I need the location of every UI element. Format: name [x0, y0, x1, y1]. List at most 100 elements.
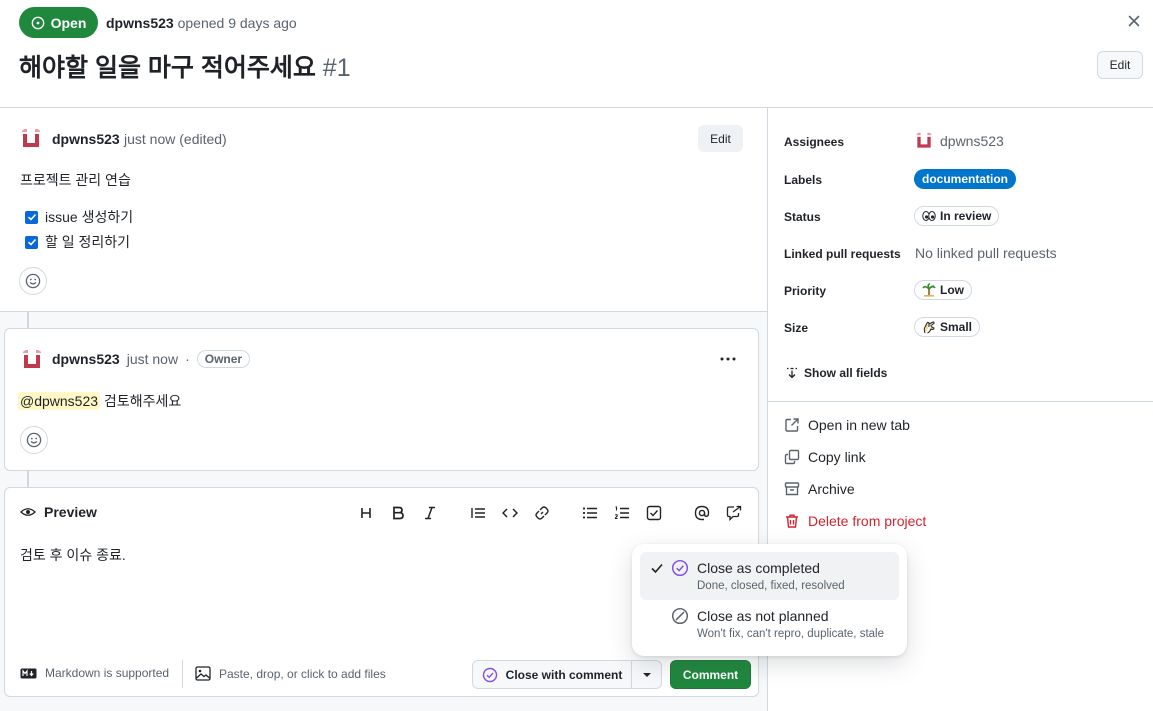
image-icon	[195, 666, 211, 681]
add-reaction-button[interactable]	[19, 267, 47, 295]
label-documentation[interactable]: documentation	[914, 169, 1016, 189]
close-reason-menu: Close as completed Done, closed, fixed, …	[632, 544, 907, 656]
preview-content: 검토 후 이슈 종료.	[20, 547, 126, 563]
copy-link-label: Copy link	[808, 449, 866, 465]
avatar[interactable]	[20, 348, 44, 372]
issue-author[interactable]: dpwns523	[106, 15, 174, 31]
comment-author[interactable]: dpwns523	[52, 131, 120, 147]
archive-icon	[784, 481, 800, 497]
menu-item-title: Close as not planned	[697, 608, 829, 624]
smiley-icon	[25, 273, 41, 289]
user-mention[interactable]: @dpwns523	[18, 392, 101, 410]
close-with-comment-main[interactable]: Close with comment	[473, 661, 632, 688]
mention-icon[interactable]	[692, 503, 712, 523]
status-value: In review	[940, 209, 992, 223]
task-label: 할 일 정리하기	[45, 234, 131, 250]
comment-author[interactable]: dpwns523	[52, 351, 120, 367]
opened-line: dpwns523 opened 9 days ago	[106, 15, 297, 31]
assignees-label: Assignees	[784, 135, 845, 149]
trash-icon	[784, 513, 800, 529]
issue-closed-icon	[482, 667, 498, 683]
italic-icon[interactable]	[420, 503, 440, 523]
archive-label: Archive	[808, 481, 855, 497]
task-item[interactable]: issue 생성하기	[25, 207, 133, 227]
task-list-icon[interactable]	[644, 503, 664, 523]
menu-item-subtitle: Won't fix, can't repro, duplicate, stale	[697, 628, 884, 640]
issue-open-icon	[31, 16, 45, 30]
status-label: Status	[784, 210, 821, 224]
heading-icon[interactable]	[356, 503, 376, 523]
menu-item-subtitle: Done, closed, fixed, resolved	[697, 580, 845, 592]
fold-down-icon	[786, 367, 798, 379]
close-icon[interactable]	[1124, 11, 1144, 31]
tab-preview[interactable]: Preview	[20, 504, 97, 520]
priority-value: Low	[940, 283, 964, 297]
comment-meta: just now	[126, 351, 179, 367]
task-label: issue 생성하기	[45, 209, 134, 225]
code-icon[interactable]	[500, 503, 520, 523]
comment-options-button[interactable]	[719, 351, 737, 367]
owner-badge: Owner	[196, 350, 251, 368]
archive-button[interactable]: Archive	[784, 481, 855, 497]
link-icon[interactable]	[532, 503, 552, 523]
avatar[interactable]	[19, 127, 43, 151]
numbered-list-icon[interactable]	[612, 503, 632, 523]
copy-icon	[784, 449, 800, 465]
markdown-icon	[20, 668, 37, 679]
linked-pr-label: Linked pull requests	[784, 247, 901, 261]
meta-separator: ·	[185, 351, 190, 367]
eyes-icon	[922, 210, 936, 222]
attach-files-button[interactable]: Paste, drop, or click to add files	[195, 666, 386, 681]
linked-pr-value: No linked pull requests	[915, 245, 1057, 261]
edit-comment-button[interactable]: Edit	[698, 125, 743, 152]
close-with-comment-button[interactable]: Close with comment	[472, 660, 662, 689]
comment-header: dpwns523 just now · Owner	[52, 350, 251, 368]
reference-icon[interactable]	[724, 503, 744, 523]
show-all-fields-button[interactable]: Show all fields	[786, 366, 887, 380]
priority-field[interactable]: Low	[914, 280, 972, 300]
checkbox-checked-icon[interactable]	[25, 235, 38, 249]
size-value: Small	[940, 320, 973, 334]
delete-from-project-button[interactable]: Delete from project	[784, 513, 926, 529]
palm-tree-icon	[922, 283, 936, 297]
checkbox-checked-icon[interactable]	[25, 210, 38, 224]
avatar	[914, 131, 934, 151]
menu-item-close-not-planned[interactable]: Close as not planned Won't fix, can't re…	[640, 600, 899, 648]
copy-link-button[interactable]: Copy link	[784, 449, 866, 465]
footer-separator	[182, 660, 183, 688]
issue-title: 해야할 일을 마구 적어주세요	[19, 54, 316, 82]
status-badge: Open	[19, 7, 98, 38]
issue-closed-icon	[671, 559, 689, 577]
issue-number: #1	[322, 54, 351, 82]
triangle-down-icon	[642, 672, 652, 678]
markdown-note: Markdown is supported	[45, 666, 170, 680]
link-external-icon	[784, 417, 800, 433]
menu-item-close-completed[interactable]: Close as completed Done, closed, fixed, …	[640, 552, 899, 600]
close-options-dropdown[interactable]	[632, 661, 661, 688]
assignee-name: dpwns523	[940, 133, 1004, 149]
bullet-list-icon[interactable]	[580, 503, 600, 523]
status-badge-label: Open	[50, 14, 87, 31]
page-title: 해야할 일을 마구 적어주세요 #1	[19, 48, 351, 84]
assignee[interactable]: dpwns523	[914, 131, 1004, 151]
tab-label: Preview	[44, 504, 97, 520]
quote-icon[interactable]	[468, 503, 488, 523]
task-item[interactable]: 할 일 정리하기	[25, 232, 130, 252]
markdown-support-link[interactable]: Markdown is supported	[20, 666, 169, 680]
close-button-label: Close with comment	[505, 667, 623, 682]
skip-icon	[671, 607, 689, 625]
comment-meta: just now (edited)	[124, 131, 227, 147]
kebab-horizontal-icon	[719, 351, 737, 367]
status-field[interactable]: In review	[914, 206, 1000, 226]
comment-button[interactable]: Comment	[670, 660, 751, 689]
bold-icon[interactable]	[388, 503, 408, 523]
edit-title-button[interactable]: Edit	[1097, 51, 1143, 79]
opened-text: opened 9 days ago	[177, 15, 297, 31]
smiley-icon	[26, 432, 42, 448]
eye-icon	[20, 504, 36, 520]
add-reaction-button[interactable]	[20, 426, 48, 454]
size-field[interactable]: Small	[914, 317, 981, 337]
open-in-new-tab-button[interactable]: Open in new tab	[784, 417, 910, 433]
menu-item-title: Close as completed	[697, 560, 820, 576]
comment-body: 프로젝트 관리 연습	[20, 172, 131, 188]
